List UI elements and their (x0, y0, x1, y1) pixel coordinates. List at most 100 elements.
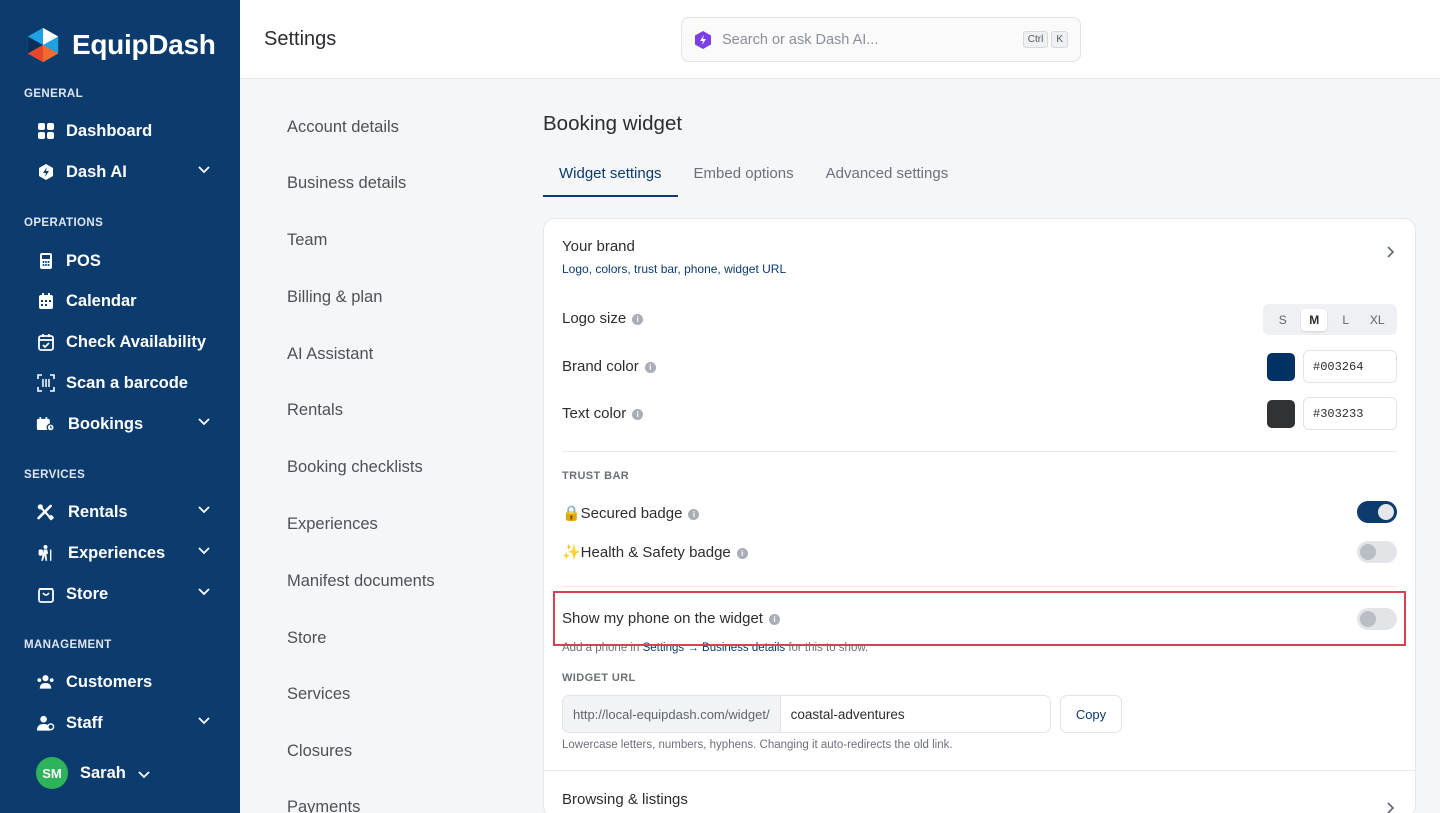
widget-settings-card: Your brand Logo, colors, trust bar, phon… (543, 218, 1416, 813)
tabs: Widget settings Embed options Advanced s… (543, 155, 964, 197)
your-brand-title: Your brand (562, 238, 635, 255)
sidebar-item-scan-barcode[interactable]: Scan a barcode (36, 368, 216, 398)
chevron-down-icon[interactable] (198, 166, 210, 174)
sidebar: EquipDash GENERAL Dashboard Dash AI OPER… (0, 0, 240, 813)
logo-size-s[interactable]: S (1270, 309, 1296, 331)
logo-size-m[interactable]: M (1301, 308, 1328, 331)
settings-nav-booking-checklists[interactable]: Booking checklists (287, 458, 423, 477)
settings-nav-payments[interactable]: Payments (287, 798, 360, 813)
secured-badge-toggle[interactable] (1357, 501, 1397, 523)
brand-color-text: Brand color (562, 358, 639, 375)
settings-nav-rentals[interactable]: Rentals (287, 401, 343, 420)
sidebar-item-calendar[interactable]: Calendar (36, 286, 216, 316)
barcode-scan-icon (36, 374, 55, 393)
section-general: GENERAL (24, 88, 84, 100)
divider (562, 451, 1397, 452)
copy-button[interactable]: Copy (1060, 695, 1122, 733)
ai-bolt-icon (36, 163, 55, 182)
sidebar-item-label: Dash AI (66, 162, 127, 181)
sidebar-item-dashboard[interactable]: Dashboard (36, 116, 216, 146)
sidebar-item-label: Dashboard (66, 121, 153, 140)
sidebar-item-label: Check Availability (66, 332, 207, 351)
text-color-input[interactable] (1303, 397, 1397, 430)
sidebar-item-bookings[interactable]: Bookings (36, 409, 216, 439)
user-menu[interactable]: SM Sarah (36, 757, 150, 789)
brand-color-input[interactable] (1303, 350, 1397, 383)
chevron-down-icon[interactable] (198, 506, 210, 514)
section-title: Booking widget (543, 112, 683, 135)
hiker-icon (36, 544, 55, 563)
secured-badge-label: 🔒Secured badge i (562, 504, 700, 522)
widget-url-field: http://local-equipdash.com/widget/ (562, 695, 1051, 733)
logo-size-l[interactable]: L (1333, 309, 1359, 331)
health-badge-text: ✨Health & Safety badge (562, 544, 731, 561)
chevron-right-icon (1387, 245, 1395, 263)
info-icon[interactable]: i (644, 361, 656, 373)
chevron-down-icon[interactable] (198, 588, 210, 596)
text-color-swatch[interactable] (1267, 400, 1295, 428)
browsing-listings-header[interactable]: Browsing & listings (544, 771, 1415, 813)
sidebar-item-label: Bookings (68, 414, 144, 433)
widget-url-heading: WIDGET URL (562, 672, 636, 684)
app-logo[interactable]: EquipDash (24, 26, 216, 64)
sidebar-item-check-availability[interactable]: Check Availability (36, 327, 216, 357)
sidebar-item-customers[interactable]: Customers (36, 667, 216, 697)
logo-size-selector: S M L XL (1263, 304, 1397, 335)
info-icon[interactable]: i (688, 508, 700, 520)
sidebar-item-experiences[interactable]: Experiences (36, 538, 216, 568)
text-color-label: Text color i (562, 405, 644, 422)
settings-nav-ai-assistant[interactable]: AI Assistant (287, 345, 373, 364)
section-operations: OPERATIONS (24, 217, 104, 229)
brand-color-label: Brand color i (562, 358, 656, 375)
user-name: Sarah (80, 763, 126, 782)
chevron-right-icon (1387, 801, 1395, 813)
brand-color-swatch[interactable] (1267, 353, 1295, 381)
settings-nav-manifest-documents[interactable]: Manifest documents (287, 572, 435, 591)
settings-nav-store[interactable]: Store (287, 629, 326, 648)
chevron-down-icon[interactable] (198, 717, 210, 725)
tab-advanced-settings[interactable]: Advanced settings (810, 155, 965, 197)
highlight-box (553, 591, 1406, 646)
search-bar[interactable]: Ctrl K (681, 17, 1081, 62)
sidebar-item-label: Customers (66, 672, 153, 691)
info-icon[interactable]: i (632, 313, 644, 325)
tab-widget-settings[interactable]: Widget settings (543, 155, 678, 197)
shortcut-ctrl: Ctrl (1022, 31, 1049, 48)
info-icon[interactable]: i (632, 408, 644, 420)
sidebar-item-pos[interactable]: POS (36, 246, 216, 276)
sidebar-item-dash-ai[interactable]: Dash AI (36, 157, 216, 187)
health-badge-toggle[interactable] (1357, 541, 1397, 563)
settings-nav-services[interactable]: Services (287, 685, 350, 704)
search-input[interactable] (722, 31, 1020, 48)
widget-url-prefix: http://local-equipdash.com/widget/ (563, 696, 781, 732)
settings-nav-team[interactable]: Team (287, 231, 327, 250)
settings-nav-account-details[interactable]: Account details (287, 118, 399, 137)
logo-size-text: Logo size (562, 310, 627, 327)
settings-nav-billing[interactable]: Billing & plan (287, 288, 382, 307)
settings-nav-experiences[interactable]: Experiences (287, 515, 378, 534)
divider (562, 586, 1397, 587)
logo-size-xl[interactable]: XL (1364, 309, 1390, 331)
info-icon[interactable]: i (736, 547, 748, 559)
staff-icon (36, 714, 55, 733)
calendar-check-icon (36, 333, 55, 352)
your-brand-header[interactable]: Your brand Logo, colors, trust bar, phon… (544, 219, 1415, 287)
tab-embed-options[interactable]: Embed options (678, 155, 810, 197)
browsing-listings-title: Browsing & listings (562, 791, 688, 808)
sidebar-item-label: Scan a barcode (66, 373, 188, 392)
settings-nav-business-details[interactable]: Business details (287, 174, 406, 193)
top-header: Settings Ctrl K (240, 0, 1440, 79)
page-title: Settings (264, 28, 337, 50)
sidebar-item-store[interactable]: Store (36, 579, 216, 609)
widget-url-slug-input[interactable] (780, 696, 1050, 732)
tools-icon (36, 503, 55, 522)
chevron-down-icon[interactable] (198, 547, 210, 555)
health-badge-label: ✨Health & Safety badge i (562, 543, 748, 561)
widget-url-hint: Lowercase letters, numbers, hyphens. Cha… (562, 739, 953, 751)
chevron-down-icon[interactable] (198, 418, 210, 426)
dash-ai-icon (695, 30, 711, 49)
sidebar-item-rentals[interactable]: Rentals (36, 497, 216, 527)
sidebar-item-staff[interactable]: Staff (36, 708, 216, 738)
section-services: SERVICES (24, 469, 86, 481)
settings-nav-closures[interactable]: Closures (287, 742, 352, 761)
